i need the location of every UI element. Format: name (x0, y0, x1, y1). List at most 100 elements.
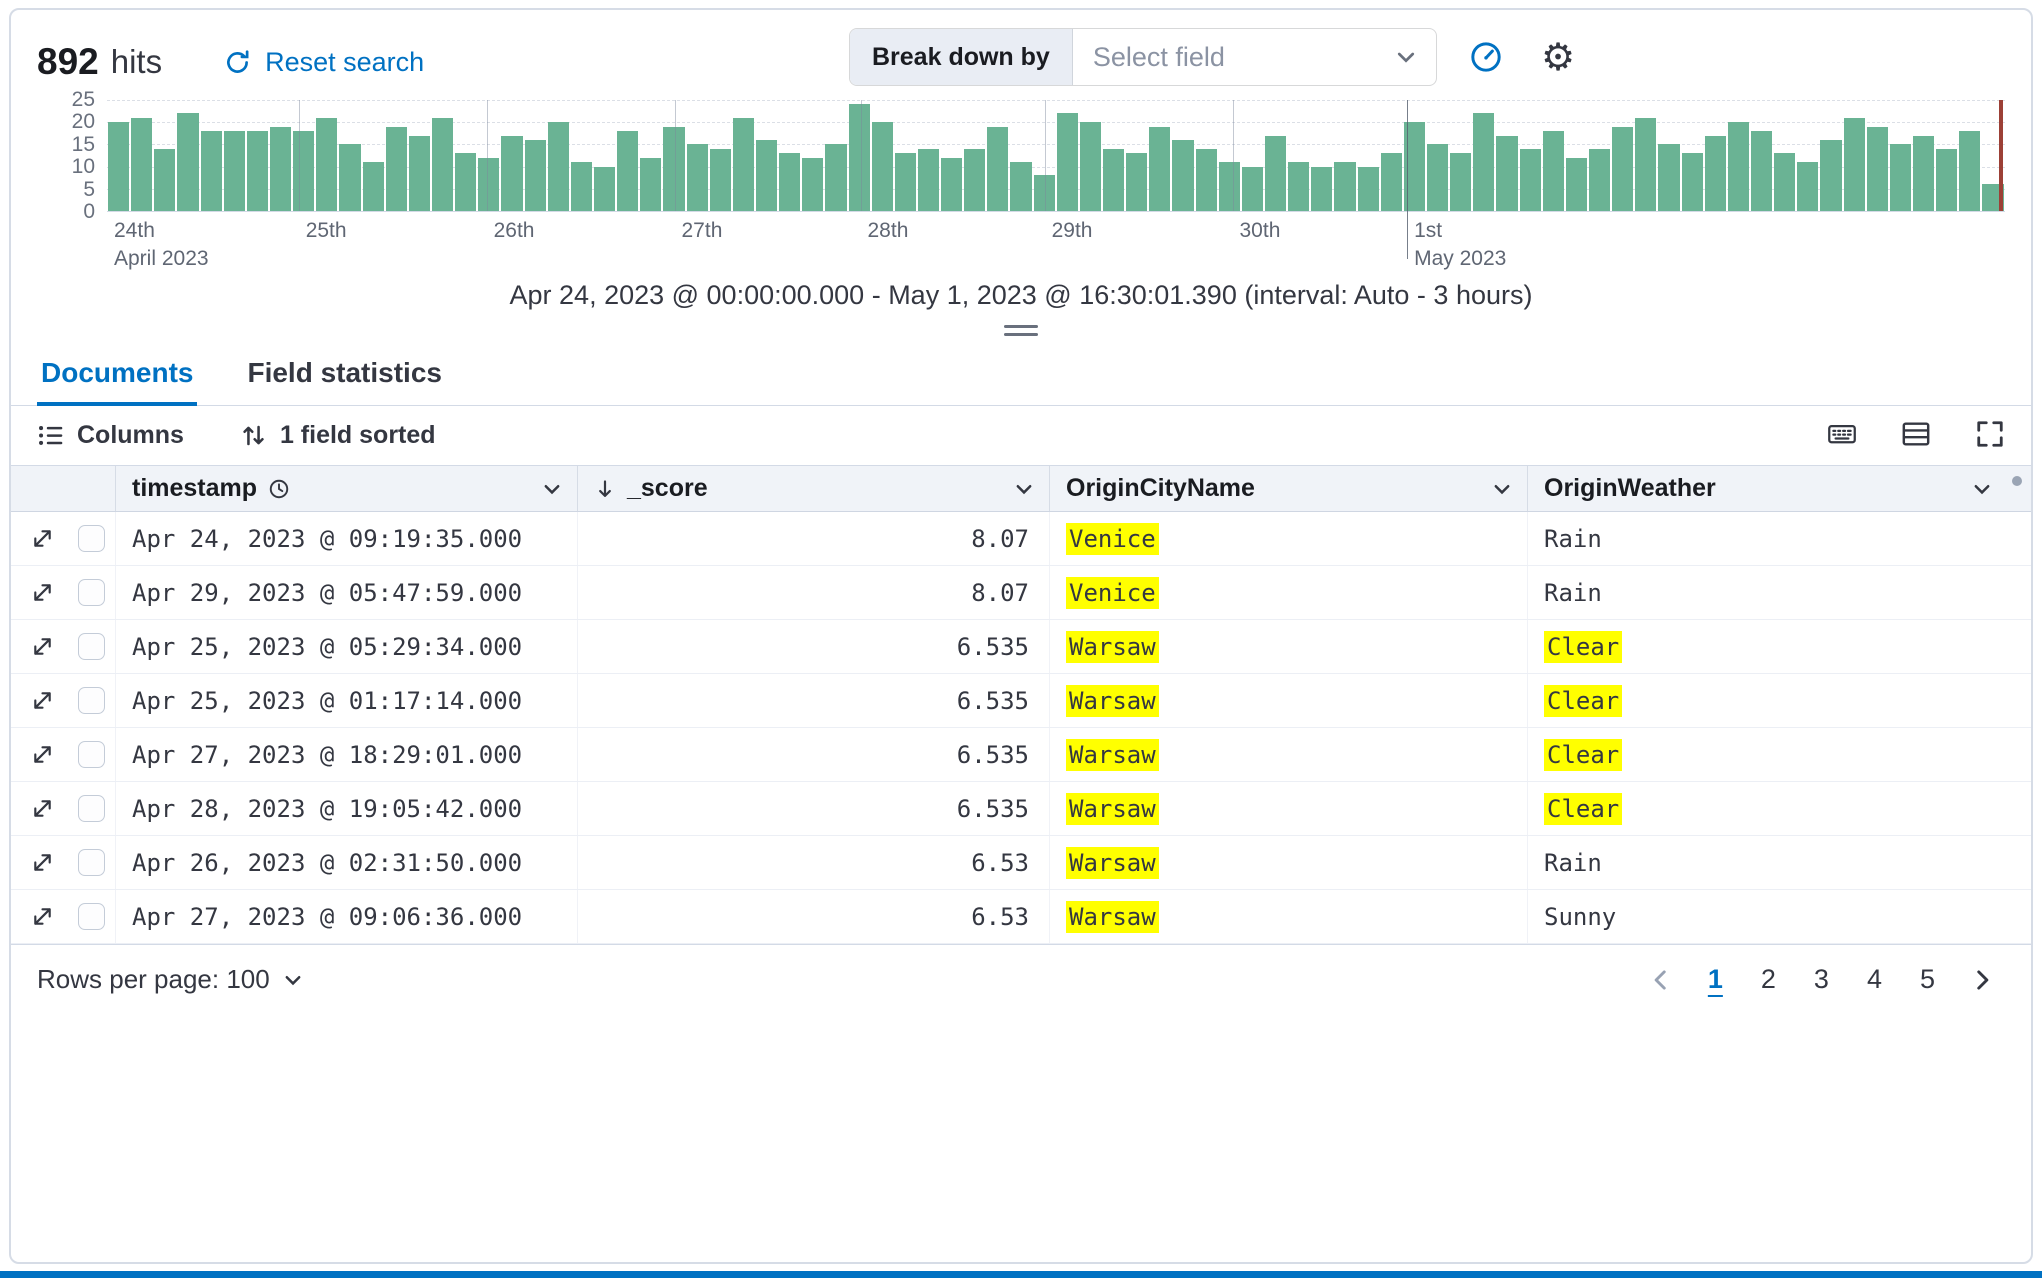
expand-row-button[interactable] (31, 635, 54, 658)
row-checkbox[interactable] (78, 795, 105, 822)
timestamp-cell: Apr 28, 2023 @ 19:05:42.000 (116, 782, 578, 835)
row-control-cell (11, 890, 116, 943)
timestamp-cell: Apr 25, 2023 @ 05:29:34.000 (116, 620, 578, 673)
table-row[interactable]: Apr 26, 2023 @ 02:31:50.000 6.53 Warsaw … (11, 836, 2031, 890)
table-row[interactable]: Apr 25, 2023 @ 01:17:14.000 6.535 Warsaw… (11, 674, 2031, 728)
expand-row-icon (34, 908, 51, 925)
table-row[interactable]: Apr 28, 2023 @ 19:05:42.000 6.535 Warsaw… (11, 782, 2031, 836)
expand-row-icon (34, 638, 51, 655)
discover-panel: 892 hits Reset search Break down by Sele… (9, 8, 2033, 1264)
tab-documents[interactable]: Documents (37, 341, 198, 406)
expand-row-button[interactable] (31, 851, 54, 874)
breakdown-select[interactable]: Select field (1073, 29, 1436, 85)
expand-row-icon (34, 530, 51, 547)
origin-weather-cell: Rain (1528, 512, 2007, 565)
row-checkbox[interactable] (78, 525, 105, 552)
pagination-pages: 12345 (1694, 958, 1949, 1001)
breakdown-label: Break down by (850, 29, 1073, 85)
city-value: Warsaw (1066, 738, 1159, 771)
sorted-label: 1 field sorted (279, 421, 436, 449)
timestamp-cell: Apr 27, 2023 @ 09:06:36.000 (116, 890, 578, 943)
breakdown-cluster: Break down by Select field ⚙ (849, 28, 1581, 86)
row-checkbox[interactable] (78, 849, 105, 876)
origin-city-cell: Warsaw (1050, 782, 1528, 835)
header-timestamp[interactable]: timestamp (116, 466, 578, 511)
row-checkbox[interactable] (78, 903, 105, 930)
table-row[interactable]: Apr 27, 2023 @ 18:29:01.000 6.535 Warsaw… (11, 728, 2031, 782)
panel-resize-handle[interactable] (1004, 325, 1038, 336)
page-button-1[interactable]: 1 (1694, 958, 1737, 1001)
page-button-5[interactable]: 5 (1906, 958, 1949, 1001)
row-control-cell (11, 512, 116, 565)
origin-city-cell: Warsaw (1050, 728, 1528, 781)
columns-button[interactable]: Columns (37, 421, 184, 450)
score-value: 6.535 (956, 740, 1029, 769)
chevron-down-icon[interactable] (541, 478, 563, 500)
expand-row-button[interactable] (31, 689, 54, 712)
time-range-caption: Apr 24, 2023 @ 00:00:00.000 - May 1, 202… (509, 280, 1533, 310)
row-checkbox[interactable] (78, 633, 105, 660)
expand-row-icon (34, 692, 51, 709)
breakdown-control: Break down by Select field (849, 28, 1437, 86)
table-row[interactable]: Apr 24, 2023 @ 09:19:35.000 8.07 Venice … (11, 512, 2031, 566)
page-button-3[interactable]: 3 (1800, 958, 1843, 1001)
settings-button[interactable]: ⚙ (1535, 34, 1581, 80)
row-checkbox[interactable] (78, 741, 105, 768)
tabs-bar: Documents Field statistics (11, 341, 2031, 406)
score-value: 6.535 (956, 632, 1029, 661)
origin-city-cell: Warsaw (1050, 890, 1528, 943)
header-score[interactable]: _score (578, 466, 1050, 511)
sort-fields-button[interactable]: 1 field sorted (240, 421, 436, 450)
tab-field-statistics[interactable]: Field statistics (243, 341, 446, 405)
table-row[interactable]: Apr 27, 2023 @ 09:06:36.000 6.53 Warsaw … (11, 890, 2031, 944)
gauge-icon (1471, 42, 1501, 72)
histogram-bars[interactable] (107, 100, 2005, 211)
histogram-plot[interactable] (107, 100, 2005, 259)
origin-city-cell: Venice (1050, 566, 1528, 619)
timestamp-value: Apr 25, 2023 @ 05:29:34.000 (132, 632, 523, 661)
header-origin-city[interactable]: OriginCityName (1050, 466, 1528, 511)
chevron-down-icon[interactable] (1491, 478, 1513, 500)
keyboard-shortcuts-button[interactable] (1827, 419, 1857, 452)
reset-search-button[interactable]: Reset search (224, 47, 424, 78)
table-row[interactable]: Apr 25, 2023 @ 05:29:34.000 6.535 Warsaw… (11, 620, 2031, 674)
chevron-down-icon[interactable] (1013, 478, 1035, 500)
header-timestamp-label: timestamp (132, 474, 258, 502)
breakdown-placeholder: Select field (1092, 41, 1225, 72)
score-cell: 6.535 (578, 620, 1050, 673)
fullscreen-button[interactable] (1975, 419, 2005, 452)
score-cell: 8.07 (578, 512, 1050, 565)
score-value: 8.07 (971, 524, 1029, 553)
prev-page-button[interactable] (1638, 963, 1684, 997)
timestamp-value: Apr 27, 2023 @ 09:06:36.000 (132, 902, 523, 931)
rows-per-page-button[interactable]: Rows per page: 100 (37, 964, 304, 995)
expand-row-button[interactable] (31, 527, 54, 550)
chevron-down-icon[interactable] (1971, 478, 1993, 500)
row-control-cell (11, 782, 116, 835)
rows-per-page-label: Rows per page: 100 (37, 964, 270, 994)
origin-weather-cell: Clear (1528, 782, 2007, 835)
city-value: Warsaw (1066, 684, 1159, 717)
header-origin-weather[interactable]: OriginWeather (1528, 466, 2007, 511)
row-checkbox[interactable] (78, 687, 105, 714)
scrollbar-thumb[interactable] (2012, 476, 2022, 486)
reset-search-label: Reset search (265, 46, 425, 77)
page-button-4[interactable]: 4 (1853, 958, 1896, 1001)
page-button-2[interactable]: 2 (1747, 958, 1790, 1001)
table-row[interactable]: Apr 29, 2023 @ 05:47:59.000 8.07 Venice … (11, 566, 2031, 620)
expand-row-icon (34, 746, 51, 763)
sort-descending-icon (599, 479, 611, 497)
chart-options-button[interactable] (1463, 34, 1509, 80)
expand-row-button[interactable] (31, 743, 54, 766)
display-options-button[interactable] (1901, 419, 1931, 452)
expand-row-button[interactable] (31, 905, 54, 928)
chevron-down-icon (1397, 52, 1415, 63)
expand-row-button[interactable] (31, 797, 54, 820)
weather-value: Clear (1544, 792, 1623, 825)
row-checkbox[interactable] (78, 579, 105, 606)
next-page-button[interactable] (1959, 963, 2005, 997)
hits-count: 892 (37, 41, 99, 82)
field-sort-icon (243, 425, 264, 446)
expand-row-button[interactable] (31, 581, 54, 604)
expand-row-icon (34, 584, 51, 601)
